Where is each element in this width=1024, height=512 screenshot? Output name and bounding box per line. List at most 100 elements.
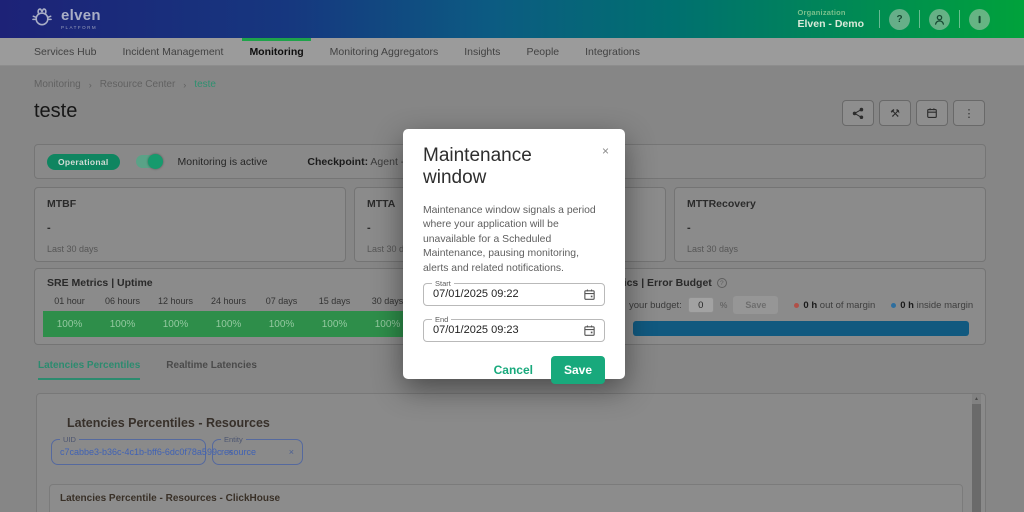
panel-scrollbar[interactable]: ▲ — [972, 394, 981, 512]
entity-filter-field[interactable]: Entity resource × — [212, 439, 303, 465]
kebab-menu-icon: ⋮ — [964, 107, 975, 120]
monitoring-toggle[interactable] — [136, 155, 162, 168]
calendar-icon[interactable] — [583, 324, 596, 337]
metric-title: MTTRecovery — [687, 198, 973, 210]
page-title: teste — [34, 100, 77, 123]
help-icon[interactable]: ? — [717, 278, 727, 288]
uptime-col-label: 01 hour — [43, 296, 96, 306]
chevron-right-icon: › — [183, 80, 186, 90]
nav-item-services-hub[interactable]: Services Hub — [34, 38, 96, 66]
uptime-cell: 100% — [43, 311, 96, 337]
share-graph-icon — [852, 107, 864, 119]
status-badge: Operational — [47, 154, 120, 170]
error-budget-bar — [633, 321, 969, 336]
app-screen: elven PLATFORM Organization Elven - Demo… — [0, 0, 1024, 512]
budget-input[interactable] — [688, 297, 714, 313]
uptime-cell: 100% — [202, 311, 255, 337]
nav-item-insights[interactable]: Insights — [464, 38, 500, 66]
uptime-cell: 100% — [96, 311, 149, 337]
metric-caption: Last 30 days — [687, 244, 973, 254]
nav-item-monitoring-aggregators[interactable]: Monitoring Aggregators — [330, 38, 439, 66]
latencies-heading: Latencies Percentiles - Resources — [37, 394, 985, 430]
metric-value: - — [47, 222, 333, 234]
percent-sign: % — [720, 300, 728, 310]
organization-name: Elven - Demo — [797, 18, 864, 30]
legend-inside-margin: 0 h inside margin — [891, 300, 973, 311]
modal-description: Maintenance window signals a period wher… — [423, 204, 605, 277]
latencies-panel: Latencies Percentiles - Resources UID c7… — [36, 393, 986, 512]
red-dot-icon — [794, 303, 799, 308]
uptime-col-label: 24 hours — [202, 296, 255, 306]
end-datetime-field[interactable]: End 07/01/2025 09:23 — [423, 319, 605, 342]
uptime-cell: 100% — [149, 311, 202, 337]
nav-item-incident-management[interactable]: Incident Management — [122, 38, 223, 66]
tab-latencies-percentiles[interactable]: Latencies Percentiles — [38, 360, 140, 380]
uid-field-label: UID — [60, 435, 79, 444]
close-icon[interactable]: × — [602, 145, 609, 157]
tools-button[interactable]: ⚒ — [879, 100, 911, 126]
clickhouse-subcard-title: Latencies Percentile - Resources - Click… — [60, 493, 952, 504]
uid-chip-value: c7cabbe3-b36c-4c1b-bff6-6dc0f78a599c — [60, 447, 221, 457]
breadcrumb: Monitoring › Resource Center › teste — [34, 79, 216, 90]
end-field-value[interactable]: 07/01/2025 09:23 — [433, 324, 583, 336]
page-actions: ⚒ ⋮ — [842, 100, 985, 126]
toggle-knob — [148, 154, 163, 169]
uptime-col-label: 15 days — [308, 296, 361, 306]
share-graph-button[interactable] — [842, 100, 874, 126]
nav-item-people[interactable]: People — [526, 38, 559, 66]
tab-realtime-latencies[interactable]: Realtime Latencies — [166, 360, 257, 380]
organization-label: Organization — [797, 8, 864, 17]
help-icon[interactable]: ? — [889, 9, 910, 30]
latency-tabs: Latencies Percentiles Realtime Latencies — [38, 360, 257, 380]
budget-save-button[interactable]: Save — [733, 296, 778, 314]
tools-icon: ⚒ — [890, 107, 900, 120]
entity-chip-value: resource — [221, 447, 283, 457]
legend-out-of-margin: 0 h out of margin — [794, 300, 875, 311]
entity-field-label: Entity — [221, 435, 246, 444]
elven-mascot-icon — [30, 5, 54, 34]
elven-logo[interactable]: elven PLATFORM — [30, 5, 101, 34]
uptime-cell: 100% — [308, 311, 361, 337]
clickhouse-subcard: Latencies Percentile - Resources - Click… — [49, 484, 963, 512]
header-divider — [959, 10, 960, 28]
maintenance-window-modal: × Maintenance window Maintenance window … — [403, 129, 625, 379]
chevron-right-icon: › — [89, 80, 92, 90]
profile-avatar-icon[interactable] — [969, 9, 990, 30]
more-options-button[interactable]: ⋮ — [953, 100, 985, 126]
active-tab-indicator — [242, 38, 310, 41]
remove-entity-chip-icon[interactable]: × — [289, 447, 294, 457]
metric-card-mtbf: MTBF - Last 30 days — [34, 187, 346, 262]
calendar-icon[interactable] — [583, 288, 596, 301]
metric-caption: Last 30 days — [47, 244, 333, 254]
start-datetime-field[interactable]: Start 07/01/2025 09:22 — [423, 283, 605, 306]
budget-label: your budget: — [629, 300, 682, 311]
blue-dot-icon — [891, 303, 896, 308]
support-person-icon[interactable] — [929, 9, 950, 30]
metric-title: MTBF — [47, 198, 333, 210]
breadcrumb-current: teste — [194, 79, 216, 90]
main-navbar: Services Hub Incident Management Monitor… — [0, 38, 1024, 66]
breadcrumb-monitoring[interactable]: Monitoring — [34, 79, 81, 90]
breadcrumb-resource-center[interactable]: Resource Center — [100, 79, 176, 90]
metric-card-mttrecovery: MTTRecovery - Last 30 days — [674, 187, 986, 262]
scroll-up-icon[interactable]: ▲ — [972, 394, 981, 404]
metric-value: - — [687, 222, 973, 234]
uptime-col-label: 06 hours — [96, 296, 149, 306]
uid-filter-field[interactable]: UID c7cabbe3-b36c-4c1b-bff6-6dc0f78a599c… — [51, 439, 206, 465]
nav-item-integrations[interactable]: Integrations — [585, 38, 640, 66]
uptime-col-label: 12 hours — [149, 296, 202, 306]
scrollbar-thumb[interactable] — [972, 404, 981, 512]
save-button[interactable]: Save — [551, 356, 605, 384]
uptime-col-label: 07 days — [255, 296, 308, 306]
calendar-icon — [926, 107, 938, 119]
calendar-button[interactable] — [916, 100, 948, 126]
monitoring-status-text: Monitoring is active — [178, 156, 268, 168]
header-divider — [919, 10, 920, 28]
cancel-button[interactable]: Cancel — [494, 363, 533, 377]
end-field-label: End — [432, 315, 451, 324]
uptime-cell: 100% — [255, 311, 308, 337]
start-field-value[interactable]: 07/01/2025 09:22 — [433, 288, 583, 300]
organization-info: Organization Elven - Demo — [797, 8, 864, 30]
nav-item-monitoring[interactable]: Monitoring — [249, 38, 303, 66]
app-header: elven PLATFORM Organization Elven - Demo… — [0, 0, 1024, 38]
